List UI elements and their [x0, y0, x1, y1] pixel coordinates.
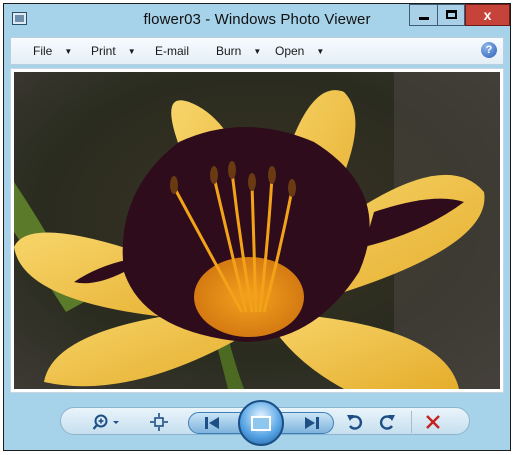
close-icon: x [483, 7, 492, 23]
menu-file[interactable]: File ▼ [33, 44, 72, 58]
next-icon [305, 417, 319, 429]
help-icon[interactable]: ? [481, 42, 497, 58]
next-button[interactable] [296, 414, 326, 432]
menu-file-label: File [33, 44, 53, 58]
minimize-button[interactable] [409, 4, 437, 26]
menu-email-label: E-mail [155, 44, 190, 58]
fit-window-icon [150, 413, 168, 431]
rotate-left-icon [347, 415, 363, 430]
chevron-down-icon: ▼ [253, 47, 262, 56]
slideshow-icon [251, 415, 271, 431]
zoom-icon [93, 414, 119, 430]
maximize-button[interactable] [437, 4, 465, 26]
chevron-down-icon: ▼ [316, 47, 325, 56]
menu-email[interactable]: E-mail [155, 44, 189, 58]
menu-print-label: Print [91, 44, 116, 58]
menu-burn-label: Burn [216, 44, 242, 58]
close-button[interactable]: x [465, 4, 510, 26]
photo-viewer-window: flower03 - Windows Photo Viewer x File ▼ … [3, 3, 511, 451]
chevron-down-icon: ▼ [127, 47, 136, 56]
image-viewport[interactable] [10, 68, 504, 393]
rotate-counterclockwise-button[interactable] [344, 412, 366, 432]
rotate-clockwise-button[interactable] [376, 412, 398, 432]
chevron-down-icon: ▼ [64, 47, 73, 56]
minimize-icon [419, 17, 429, 20]
delete-icon [426, 415, 440, 429]
menu-open-label: Open [275, 44, 305, 58]
menu-burn[interactable]: Burn ▼ [216, 44, 261, 58]
playback-controls [4, 400, 510, 446]
maximize-icon [446, 10, 457, 19]
previous-icon [205, 417, 219, 429]
flower-photo [14, 72, 500, 389]
zoom-button[interactable] [92, 413, 126, 431]
menu-bar: File ▼ Print ▼ E-mail Burn ▼ Open ▼ ? [10, 37, 504, 65]
rotate-right-icon [379, 415, 395, 430]
menu-print[interactable]: Print ▼ [91, 44, 136, 58]
delete-button[interactable] [422, 412, 444, 432]
toolbar-divider [411, 411, 412, 433]
slideshow-button[interactable] [238, 400, 284, 446]
previous-button[interactable] [198, 414, 228, 432]
title-bar[interactable]: flower03 - Windows Photo Viewer x [4, 4, 510, 35]
actual-size-button[interactable] [148, 413, 170, 431]
menu-open[interactable]: Open ▼ [275, 44, 324, 58]
